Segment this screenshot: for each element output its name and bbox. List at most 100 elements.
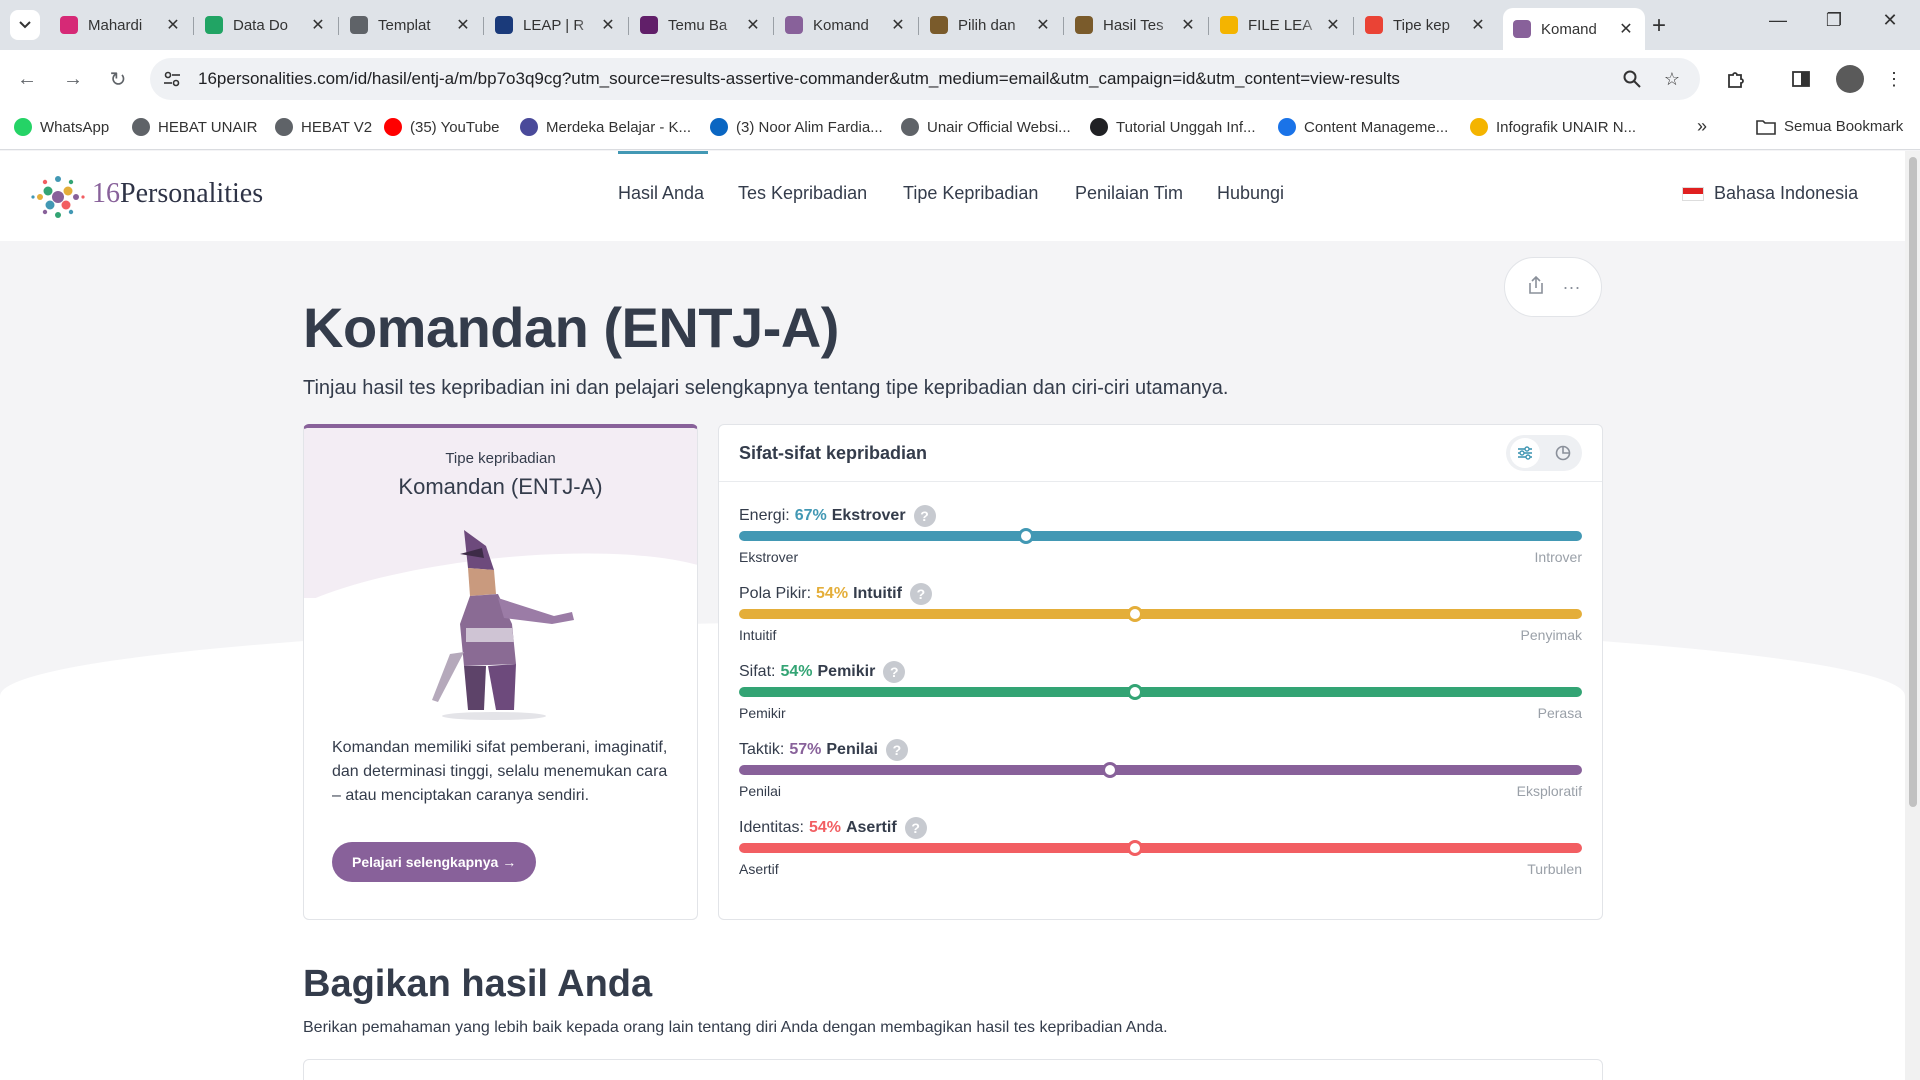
bookmarks-overflow-button[interactable]: »: [1697, 116, 1707, 137]
share-icon[interactable]: [1526, 275, 1546, 300]
tab-search-button[interactable]: [10, 10, 40, 40]
16personalities-logo[interactable]: [28, 167, 88, 227]
url-text[interactable]: 16personalities.com/id/hasil/entj-a/m/bp…: [198, 69, 1400, 89]
trait-percent: 54%: [816, 585, 849, 602]
close-tab-icon[interactable]: ✕: [454, 15, 472, 35]
help-icon[interactable]: ?: [904, 817, 927, 839]
close-tab-icon[interactable]: ✕: [599, 15, 617, 35]
more-options-icon[interactable]: ···: [1563, 277, 1581, 298]
tab-title: Komand: [1541, 20, 1597, 38]
close-tab-icon[interactable]: ✕: [889, 15, 907, 35]
bookmark-item[interactable]: (35) YouTube: [384, 118, 500, 136]
bookmark-favicon: [1090, 118, 1108, 136]
nav-tipe-kepribadian[interactable]: Tipe Kepribadian: [903, 183, 1038, 204]
trait-marker: [1127, 684, 1144, 700]
sheets-icon: [205, 16, 223, 34]
browser-tab[interactable]: LEAP | R ✕: [485, 8, 627, 42]
help-icon[interactable]: ?: [885, 739, 908, 761]
browser-tab[interactable]: Pilih dan ✕: [920, 8, 1062, 42]
browser-tab[interactable]: Temu Ba ✕: [630, 8, 772, 42]
bookmark-item[interactable]: HEBAT V2: [275, 118, 372, 136]
help-icon[interactable]: ?: [913, 505, 936, 527]
trait-label: Identitas:: [739, 819, 804, 836]
gmail-icon: [1365, 16, 1383, 34]
results-page: Komandan (ENTJ-A) Tinjau hasil tes kepri…: [0, 241, 1905, 1080]
all-bookmarks-button[interactable]: Semua Bookmark: [1756, 118, 1903, 135]
address-bar[interactable]: 16personalities.com/id/hasil/entj-a/m/bp…: [150, 58, 1700, 100]
nav-hasil-anda[interactable]: Hasil Anda: [618, 183, 704, 204]
bookmark-item[interactable]: Tutorial Unggah Inf...: [1090, 118, 1256, 136]
new-tab-button[interactable]: +: [1652, 12, 1666, 40]
close-tab-icon[interactable]: ✕: [309, 15, 327, 35]
bookmark-item[interactable]: HEBAT UNAIR: [132, 118, 257, 136]
bookmark-label: Merdeka Belajar - K...: [546, 118, 692, 136]
browser-tab[interactable]: Data Do ✕: [195, 8, 337, 42]
browser-tab[interactable]: Hasil Tes ✕: [1065, 8, 1207, 42]
sliders-view-button[interactable]: [1510, 438, 1540, 468]
bookmark-item[interactable]: Unair Official Websi...: [901, 118, 1071, 136]
share-subtitle: Berikan pemahaman yang lebih baik kepada…: [303, 1019, 1168, 1036]
close-tab-icon[interactable]: ✕: [1469, 15, 1487, 35]
bookmark-item[interactable]: Content Manageme...: [1278, 118, 1448, 136]
chart-view-button[interactable]: [1548, 438, 1578, 468]
close-tab-icon[interactable]: ✕: [1034, 15, 1052, 35]
trait-bar: [739, 765, 1582, 775]
trait-heading: Energi: 67% Ekstrover?: [739, 505, 936, 527]
profile-avatar[interactable]: [1836, 65, 1864, 93]
close-window-button[interactable]: ✕: [1870, 10, 1910, 31]
browser-tab[interactable]: Mahardi ✕: [50, 8, 192, 42]
trait-marker: [1101, 762, 1118, 778]
close-tab-icon[interactable]: ✕: [1324, 15, 1342, 35]
browser-tab[interactable]: FILE LEA ✕: [1210, 8, 1352, 42]
bookmark-star-icon[interactable]: ☆: [1660, 67, 1684, 91]
close-tab-icon[interactable]: ✕: [164, 15, 182, 35]
scrollbar-thumb[interactable]: [1909, 157, 1917, 807]
zoom-icon[interactable]: [1620, 67, 1644, 91]
browser-tab[interactable]: Tipe kep ✕: [1355, 8, 1497, 42]
bookmark-favicon: [132, 118, 150, 136]
close-tab-icon[interactable]: ✕: [744, 15, 762, 35]
bookmark-favicon: [710, 118, 728, 136]
restore-button[interactable]: ❐: [1814, 10, 1854, 31]
tab-title: LEAP | R: [523, 16, 585, 34]
close-tab-icon[interactable]: ✕: [1179, 15, 1197, 35]
site-info-icon[interactable]: [160, 67, 184, 91]
reload-button[interactable]: ↻: [103, 64, 133, 94]
nav-hubungi[interactable]: Hubungi: [1217, 183, 1284, 204]
close-tab-icon[interactable]: ✕: [1617, 19, 1635, 39]
browser-tab[interactable]: Komand ✕: [775, 8, 917, 42]
help-icon[interactable]: ?: [909, 583, 932, 605]
trait-row: Identitas: 54% Asertif? Asertif Turbulen: [739, 817, 1582, 887]
drive-icon: [1220, 16, 1238, 34]
nav-tes-kepribadian[interactable]: Tes Kepribadian: [738, 183, 867, 204]
tab-separator: [628, 17, 629, 35]
page-title: Komandan (ENTJ-A): [303, 296, 839, 359]
trait-label: Taktik:: [739, 741, 785, 758]
browser-tab[interactable]: Templat ✕: [340, 8, 482, 42]
nav-penilaian-tim[interactable]: Penilaian Tim: [1075, 183, 1183, 204]
bookmark-item[interactable]: Infografik UNAIR N...: [1470, 118, 1636, 136]
logo-wordmark[interactable]: 16Personalities: [92, 178, 263, 210]
help-icon[interactable]: ?: [883, 661, 906, 683]
forward-button[interactable]: →: [58, 64, 88, 94]
language-label: Bahasa Indonesia: [1714, 183, 1859, 203]
extensions-icon[interactable]: [1722, 65, 1750, 93]
bookmark-favicon: [1470, 118, 1488, 136]
trait-left-pole: Asertif: [739, 861, 779, 877]
browser-tab[interactable]: Komand ✕: [1503, 8, 1645, 50]
minimize-button[interactable]: —: [1758, 10, 1798, 31]
trait-percent: 57%: [789, 741, 822, 758]
nav-active-indicator: [618, 151, 708, 154]
bookmark-item[interactable]: (3) Noor Alim Fardia...: [710, 118, 883, 136]
bookmark-item[interactable]: WhatsApp: [14, 118, 109, 136]
side-panel-icon[interactable]: [1787, 65, 1815, 93]
page-scrollbar[interactable]: [1905, 151, 1920, 1080]
trait-marker: [1127, 840, 1144, 856]
bookmark-item[interactable]: Merdeka Belajar - K...: [520, 118, 691, 136]
language-selector[interactable]: Bahasa Indonesia: [1682, 183, 1858, 204]
browser-menu-icon[interactable]: ⋮: [1880, 65, 1908, 93]
tab-strip: Mahardi ✕ Data Do ✕ Templat ✕ LEAP | R ✕ Temu Ba…: [0, 0, 1920, 50]
learn-more-button[interactable]: Pelajari selengkapnya →: [332, 842, 537, 882]
16p-icon: [1513, 20, 1531, 38]
back-button[interactable]: ←: [12, 64, 42, 94]
